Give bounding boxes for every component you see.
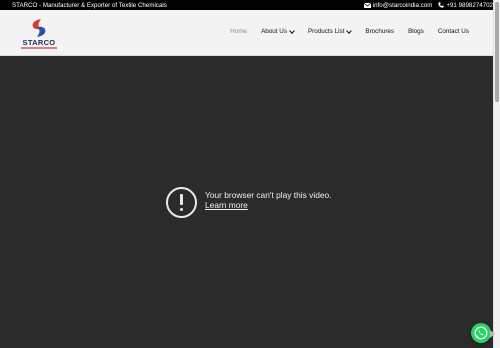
- page-scrollbar[interactable]: [493, 0, 500, 348]
- video-player[interactable]: Your browser can't play this video. Lear…: [0, 57, 493, 348]
- video-error: Your browser can't play this video. Lear…: [166, 187, 332, 218]
- exclamation-circle-icon: [166, 187, 197, 218]
- nav-blogs-label: Blogs: [408, 28, 424, 35]
- learn-more-link[interactable]: Learn more: [205, 200, 248, 210]
- top-bar: STARCO - Manufacturer & Exporter of Text…: [0, 0, 493, 10]
- tagline: STARCO - Manufacturer & Exporter of Text…: [12, 1, 167, 9]
- nav-about-us-label: About Us: [261, 28, 287, 35]
- chevron-down-icon: [346, 27, 353, 34]
- email-link[interactable]: info@starcoindia.com: [363, 1, 433, 9]
- phone-link[interactable]: +91 9898274702: [438, 2, 493, 9]
- email-text: info@starcoindia.com: [372, 1, 433, 9]
- scroll-arrow-icon[interactable]: [490, 330, 495, 338]
- nav-products-list[interactable]: Products List: [307, 27, 353, 35]
- starco-logo[interactable]: STARCO: [17, 17, 61, 53]
- nav-home[interactable]: Home: [230, 28, 247, 35]
- nav-brochures-label: Brochures: [365, 28, 395, 35]
- page: STARCO - Manufacturer & Exporter of Text…: [0, 0, 500, 348]
- main-nav: Home About Us Products List Brochures Bl…: [230, 27, 469, 35]
- video-error-text: Your browser can't play this video. Lear…: [205, 190, 332, 210]
- video-error-message: Your browser can't play this video.: [205, 190, 332, 200]
- nav-contact-us[interactable]: Contact Us: [438, 28, 469, 35]
- nav-brochures[interactable]: Brochures: [365, 28, 394, 35]
- envelope-icon: [363, 2, 371, 8]
- contact-info: info@starcoindia.com +91 9898274702: [363, 1, 493, 9]
- nav-home-label: Home: [230, 28, 248, 35]
- scrollbar-thumb[interactable]: [495, 2, 499, 102]
- nav-products-list-label: Products List: [307, 28, 345, 35]
- phone-icon: [438, 2, 445, 8]
- whatsapp-icon: [474, 326, 488, 340]
- phone-text: +91 9898274702: [446, 1, 493, 9]
- logo-underline: [21, 47, 57, 49]
- nav-contact-us-label: Contact Us: [437, 28, 469, 35]
- whatsapp-button[interactable]: [471, 323, 491, 343]
- brand-name: STARCO: [22, 38, 56, 47]
- nav-blogs[interactable]: Blogs: [408, 28, 424, 35]
- logo-mark-icon: [32, 19, 46, 37]
- nav-about-us[interactable]: About Us: [261, 27, 295, 35]
- site-header: STARCO Home About Us Products List Broch…: [0, 10, 493, 56]
- chevron-down-icon: [289, 27, 295, 34]
